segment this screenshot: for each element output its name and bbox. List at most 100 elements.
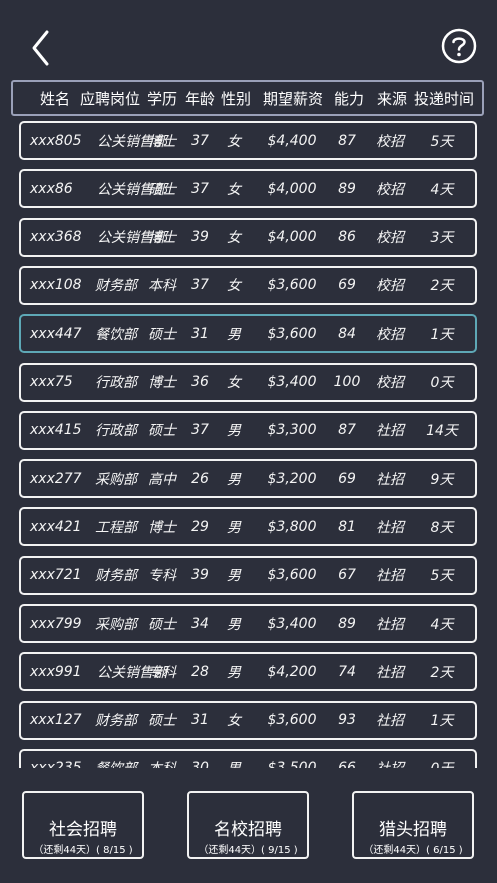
candidate-row[interactable]: xxx75 行政部 博士 36 女 $3,400 100 校招 0天	[19, 362, 477, 402]
candidate-source: 社招	[376, 713, 404, 730]
candidate-education: 本科	[143, 751, 181, 768]
candidate-source: 社招	[371, 751, 409, 768]
candidate-education: 本科	[148, 278, 176, 295]
candidate-gender: 男	[227, 471, 241, 488]
candidate-source: 校招	[376, 133, 404, 150]
candidate-row[interactable]: xxx805 公关销售部 博士 37 女 $4,400 87 校招 5天	[19, 121, 477, 160]
candidate-gender: 男	[217, 751, 251, 768]
candidate-education: 专科	[148, 568, 176, 585]
candidate-gender: 男	[227, 519, 241, 536]
candidate-row[interactable]: xxx799 采购部 硕士 34 男 $3,400 89 社招 4天	[19, 604, 477, 643]
candidate-gender: 男	[227, 616, 241, 633]
candidate-name: xxx805	[30, 132, 82, 149]
help-button[interactable]	[441, 28, 477, 64]
candidate-age: 37	[191, 277, 209, 294]
column-header-ability: 能力	[333, 89, 364, 108]
candidate-row[interactable]: xxx447 餐饮部 硕士 31 男 $3,600 84 校招 1天	[19, 314, 477, 354]
candidate-salary: $3,600	[267, 277, 317, 294]
candidate-submit-time: 5天	[430, 568, 454, 585]
candidate-ability: 84	[338, 325, 356, 342]
candidate-salary: $4,200	[267, 663, 317, 680]
question-circle-icon	[441, 28, 477, 64]
candidate-salary: $3,200	[267, 470, 317, 487]
column-header-submit-time: 投递时间	[413, 89, 474, 108]
candidate-row[interactable]: xxx108 财务部 本科 37 女 $3,600 69 校招 2天	[19, 265, 477, 305]
candidate-education: 博士	[148, 230, 176, 247]
candidate-education: 博士	[148, 519, 176, 536]
social-recruit-button[interactable]: 社会招聘 （还剩44天）( 8/15 )	[22, 791, 144, 859]
column-header-gender: 性别	[220, 89, 251, 108]
column-header-position: 应聘岗位	[79, 89, 140, 108]
candidate-ability: 93	[338, 712, 356, 729]
candidate-row[interactable]: xxx235餐饮部本科30男$3,50066社招0天	[19, 748, 477, 768]
candidate-ability: 87	[338, 132, 356, 149]
candidate-submit-time: 0天	[411, 751, 473, 768]
candidate-row[interactable]: xxx277 采购部 高中 26 男 $3,200 69 社招 9天	[19, 459, 477, 499]
candidate-source: 校招	[376, 375, 404, 391]
candidate-submit-time: 8天	[430, 519, 454, 536]
candidate-source: 社招	[376, 664, 404, 681]
campus-recruit-button[interactable]: 名校招聘 （还剩44天）( 9/15 )	[187, 791, 309, 859]
social-recruit-status: （还剩44天）( 8/15 )	[33, 845, 133, 856]
candidate-age: 29	[191, 518, 209, 535]
candidate-salary: $3,600	[267, 325, 317, 342]
candidate-age: 36	[191, 374, 209, 390]
candidate-row[interactable]: xxx127 财务部 硕士 31 女 $3,600 93 社招 1天	[19, 700, 477, 740]
chevron-left-icon	[32, 30, 49, 66]
candidate-gender: 女	[227, 278, 241, 295]
candidate-row[interactable]: xxx415 行政部 硕士 37 男 $3,300 87 社招 14天	[19, 410, 477, 450]
candidate-education: 硕士	[148, 423, 176, 440]
headhunter-recruit-button[interactable]: 猎头招聘 （还剩44天）( 6/15 )	[352, 791, 474, 859]
table-header: 姓名 应聘岗位 学历 年龄 性别 期望薪资 能力 来源 投递时间	[11, 80, 484, 116]
candidate-salary: $3,300	[267, 422, 317, 439]
candidate-age: 37	[191, 422, 209, 439]
candidate-ability: 69	[338, 277, 356, 294]
candidate-ability: 87	[338, 422, 356, 439]
candidate-ability: 67	[338, 567, 356, 584]
candidate-source: 社招	[376, 568, 404, 585]
candidate-row[interactable]: xxx421 工程部 博士 29 男 $3,800 81 社招 8天	[19, 507, 477, 547]
candidate-ability: 81	[338, 518, 356, 535]
candidate-age: 37	[191, 180, 209, 197]
candidate-ability: 89	[338, 180, 356, 197]
campus-recruit-title: 名校招聘	[214, 820, 282, 840]
back-button[interactable]	[26, 28, 60, 68]
candidate-source: 校招	[376, 230, 404, 247]
candidate-submit-time: 5天	[430, 133, 454, 150]
candidate-row[interactable]: xxx368 公关销售部 博士 39 女 $4,000 86 校招 3天	[19, 217, 477, 257]
candidate-row[interactable]: xxx86 公关销售部 硕士 37 女 $4,000 89 校招 4天	[19, 169, 477, 209]
candidate-gender: 女	[227, 713, 241, 730]
candidate-source: 校招	[376, 326, 404, 343]
candidate-submit-time: 0天	[430, 375, 454, 391]
candidate-row[interactable]: xxx721 财务部 专科 39 男 $3,600 67 社招 5天	[19, 555, 477, 595]
candidate-education: 硕士	[148, 616, 176, 633]
candidate-submit-time: 4天	[430, 181, 454, 198]
candidate-submit-time: 14天	[426, 423, 458, 440]
candidate-row[interactable]: xxx991 公关销售部 专科 28 男 $4,200 74 社招 2天	[19, 652, 477, 692]
candidate-ability: 66	[329, 751, 365, 768]
candidate-gender: 男	[227, 423, 241, 440]
candidate-name: xxx991	[30, 663, 82, 680]
candidate-education: 博士	[148, 375, 176, 391]
candidate-ability: 69	[338, 470, 356, 487]
candidate-source: 社招	[376, 519, 404, 536]
candidate-age: 28	[191, 663, 209, 680]
candidate-salary: $3,500	[259, 751, 325, 768]
candidate-list-screen: 姓名 应聘岗位 学历 年龄 性别 期望薪资 能力 来源 投递时间 xxx805 公…	[0, 0, 497, 883]
candidate-salary: $4,400	[267, 132, 317, 149]
candidate-salary: $3,800	[267, 518, 317, 535]
candidate-submit-time: 3天	[430, 230, 454, 247]
candidate-submit-time: 2天	[430, 278, 454, 295]
column-header-age: 年龄	[184, 89, 215, 108]
column-header-name: 姓名	[39, 89, 70, 108]
candidate-ability: 86	[338, 229, 356, 246]
candidate-list[interactable]: xxx805 公关销售部 博士 37 女 $4,400 87 校招 5天 xxx86 公关销售部 硕士…	[0, 118, 497, 768]
column-header-education: 学历	[146, 89, 177, 108]
candidate-age: 37	[191, 132, 209, 149]
candidate-name: xxx368	[30, 229, 82, 246]
candidate-age: 26	[191, 470, 209, 487]
candidate-salary: $3,600	[267, 567, 317, 584]
candidate-source: 校招	[376, 181, 404, 198]
candidate-age: 30	[181, 751, 219, 768]
candidate-age: 31	[191, 712, 209, 729]
